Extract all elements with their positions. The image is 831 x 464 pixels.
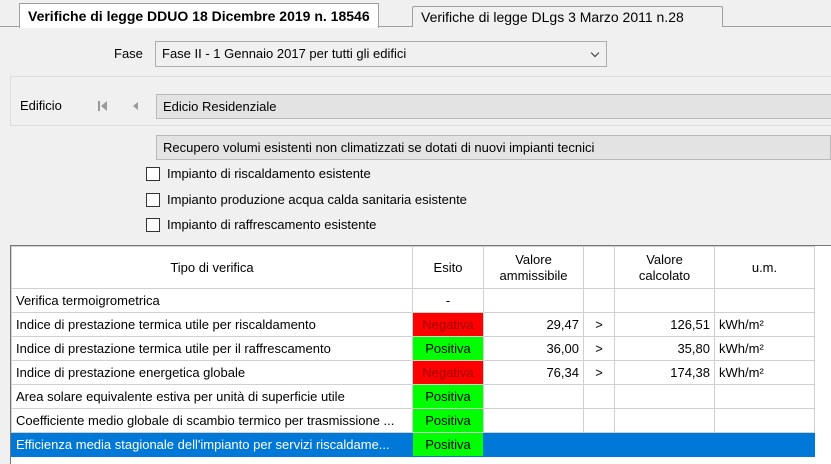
cell-tipo: Area solare equivalente estiva per unità… xyxy=(11,384,413,409)
edificio-subcategory-field: Recupero volumi esistenti non climatizza… xyxy=(156,135,831,160)
cell-tipo: Coefficiente medio globale di scambio te… xyxy=(11,408,413,433)
cell-calcolato xyxy=(614,384,715,409)
cell-calcolato xyxy=(614,432,715,457)
cell-ammissibile xyxy=(483,384,584,409)
col-header-ammissibile-line1: Valore xyxy=(515,251,552,267)
col-header-calcolato[interactable]: Valore calcolato xyxy=(614,246,715,289)
tab-verifiche-dlgs[interactable]: Verifiche di legge DLgs 3 Marzo 2011 n.2… xyxy=(412,6,723,27)
col-header-ammissibile[interactable]: Valore ammissibile xyxy=(483,246,584,289)
col-header-ammissibile-line2: ammissibile xyxy=(499,267,568,283)
acqua-calda-checkbox[interactable] xyxy=(146,193,160,207)
cell-ammissibile xyxy=(483,408,584,433)
cell-tipo: Efficienza media stagionale dell'impiant… xyxy=(11,432,413,457)
fase-select-value: Fase II - 1 Gennaio 2017 per tutti gli e… xyxy=(162,46,407,61)
edificio-label: Edificio xyxy=(20,98,62,113)
verifiche-table: Tipo di verifica Esito Valore ammissibil… xyxy=(10,245,831,464)
cell-ammissibile: 76,34 xyxy=(483,360,584,385)
col-header-calcolato-line1: Valore xyxy=(646,251,683,267)
cell-um: kWh/m² xyxy=(714,360,815,385)
edificio-field: Edicio Residenziale xyxy=(156,94,831,119)
cell-ammissibile xyxy=(483,288,584,313)
cell-esito-positiva: Positiva xyxy=(412,432,484,457)
table-row-selected[interactable]: Efficienza media stagionale dell'impiant… xyxy=(11,432,815,457)
acqua-calda-checkbox-label: Impianto produzione acqua calda sanitari… xyxy=(167,192,467,207)
cell-operator: > xyxy=(583,360,615,385)
verifiche-grid: Tipo di verifica Esito Valore ammissibil… xyxy=(11,246,815,457)
cell-esito-positiva: Positiva xyxy=(412,408,484,433)
cell-tipo: Indice di prestazione termica utile per … xyxy=(11,336,413,361)
cell-calcolato: 174,38 xyxy=(614,360,715,385)
cell-calcolato xyxy=(614,288,715,313)
cell-um xyxy=(714,408,815,433)
cell-um: kWh/m² xyxy=(714,336,815,361)
tab-verifiche-dduo[interactable]: Verifiche di legge DDUO 18 Dicembre 2019… xyxy=(19,3,379,28)
table-row[interactable]: Indice di prestazione termica utile per … xyxy=(11,336,815,361)
chevron-down-icon[interactable] xyxy=(586,42,606,66)
tab-bar: Verifiche di legge DDUO 18 Dicembre 2019… xyxy=(0,0,831,28)
cell-operator xyxy=(583,288,615,313)
cell-esito-positiva: Positiva xyxy=(412,336,484,361)
col-header-um[interactable]: u.m. xyxy=(714,246,815,289)
raffrescamento-checkbox-label: Impianto di raffrescamento esistente xyxy=(167,217,377,232)
cell-operator xyxy=(583,384,615,409)
table-row[interactable]: Coefficiente medio globale di scambio te… xyxy=(11,408,815,433)
cell-ammissibile xyxy=(483,432,584,457)
table-row[interactable]: Area solare equivalente estiva per unità… xyxy=(11,384,815,409)
cell-esito-negativa: Negativa xyxy=(412,312,484,337)
first-record-icon[interactable] xyxy=(95,98,111,114)
cell-um xyxy=(714,432,815,457)
cell-esito: - xyxy=(412,288,484,313)
cell-calcolato xyxy=(614,408,715,433)
cell-calcolato: 126,51 xyxy=(614,312,715,337)
cell-ammissibile: 36,00 xyxy=(483,336,584,361)
cell-esito-negativa: Negativa xyxy=(412,360,484,385)
raffrescamento-checkbox[interactable] xyxy=(146,218,160,232)
table-row[interactable]: Verifica termoigrometrica - xyxy=(11,288,815,313)
cell-ammissibile: 29,47 xyxy=(483,312,584,337)
cell-operator xyxy=(583,432,615,457)
previous-record-icon[interactable] xyxy=(128,98,144,114)
cell-operator: > xyxy=(583,336,615,361)
riscaldamento-checkbox[interactable] xyxy=(146,167,160,181)
cell-operator: > xyxy=(583,312,615,337)
table-row[interactable]: Indice di prestazione energetica globale… xyxy=(11,360,815,385)
cell-operator xyxy=(583,408,615,433)
cell-um: kWh/m² xyxy=(714,312,815,337)
cell-um xyxy=(714,288,815,313)
cell-um xyxy=(714,384,815,409)
riscaldamento-checkbox-label: Impianto di riscaldamento esistente xyxy=(167,166,371,181)
cell-calcolato: 35,80 xyxy=(614,336,715,361)
fase-select[interactable]: Fase II - 1 Gennaio 2017 per tutti gli e… xyxy=(155,41,607,67)
table-header-row: Tipo di verifica Esito Valore ammissibil… xyxy=(11,246,815,289)
cell-tipo: Verifica termoigrometrica xyxy=(11,288,413,313)
cell-tipo: Indice di prestazione termica utile per … xyxy=(11,312,413,337)
col-header-tipo[interactable]: Tipo di verifica xyxy=(11,246,413,289)
col-header-operator[interactable] xyxy=(583,246,615,289)
fase-label: Fase xyxy=(114,46,143,61)
cell-esito-positiva: Positiva xyxy=(412,384,484,409)
col-header-calcolato-line2: calcolato xyxy=(638,267,691,283)
table-row[interactable]: Indice di prestazione termica utile per … xyxy=(11,312,815,337)
col-header-esito[interactable]: Esito xyxy=(412,246,484,289)
cell-tipo: Indice di prestazione energetica globale xyxy=(11,360,413,385)
